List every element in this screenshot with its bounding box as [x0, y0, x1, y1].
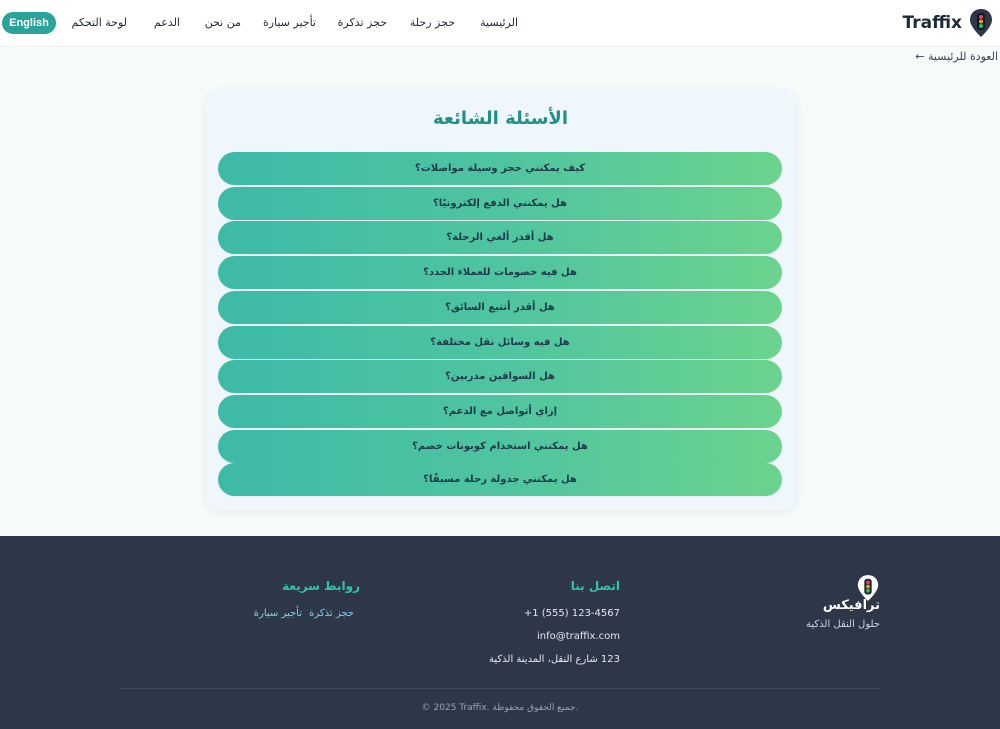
faq-item[interactable]: هل يمكنني استخدام كوبونات خصم؟	[218, 430, 782, 463]
nav-book-trip[interactable]: حجز رحلة	[410, 16, 455, 29]
contact-address: 123 شارع النقل، المدينة الذكية	[489, 654, 620, 665]
faq-question: هل أقدر ألغي الرحلة؟	[446, 232, 554, 243]
nav-book-ticket[interactable]: حجز تذكرة	[338, 16, 387, 29]
faq-card: الأسئلة الشائعة كيف يمكنني حجز وسيلة موا…	[205, 90, 796, 510]
faq-question: هل فيه خصومات للعملاء الجدد؟	[423, 267, 577, 278]
faq-question: هل أقدر أتتبع السائق؟	[445, 302, 555, 313]
faq-question: هل يمكنني جدولة رحلة مسبقًا؟	[423, 474, 577, 485]
logo-text: Traffix	[902, 13, 962, 33]
traffic-light-icon	[970, 9, 992, 37]
copyright: © 2025 Traffix. جميع الحقوق محفوظة.	[421, 703, 579, 713]
faq-question: إزاي أتواصل مع الدعم؟	[442, 406, 558, 417]
faq-title: الأسئلة الشائعة	[433, 108, 568, 129]
nav-dashboard[interactable]: لوحة التحكم	[72, 16, 127, 29]
contact-heading: اتصل بنا	[570, 579, 620, 593]
faq-item[interactable]: هل فيه وسائل نقل مختلفة؟	[218, 326, 782, 359]
faq-item[interactable]: هل السواقين مدربين؟	[218, 360, 782, 393]
traffic-light-icon	[857, 575, 879, 601]
nav-car-rental[interactable]: تأجير سيارة	[263, 16, 316, 29]
faq-item[interactable]: هل يمكنني جدولة رحلة مسبقًا؟	[218, 463, 782, 496]
logo[interactable]: Traffix	[902, 8, 994, 38]
quick-links-heading: روابط سريعة	[282, 579, 360, 593]
nav-support[interactable]: الدعم	[154, 16, 180, 29]
site-footer: ترافيكس حلول النقل الذكية اتصل بنا +1 (5…	[0, 536, 1000, 729]
contact-email: info@traffix.com	[536, 631, 620, 642]
footer-brand: ترافيكس حلول النقل الذكية	[790, 575, 880, 636]
faq-item[interactable]: هل أقدر أتتبع السائق؟	[218, 291, 782, 324]
faq-item[interactable]: هل أقدر ألغي الرحلة؟	[218, 221, 782, 254]
faq-question: هل السواقين مدربين؟	[445, 371, 555, 382]
nav-home[interactable]: الرئيسية	[480, 16, 518, 29]
nav-about[interactable]: من نحن	[205, 16, 241, 29]
faq-item[interactable]: كيف يمكنني حجز وسيلة مواصلات؟	[218, 152, 782, 185]
faq-question: كيف يمكنني حجز وسيلة مواصلات؟	[414, 163, 586, 174]
footer-divider	[120, 688, 880, 689]
contact-phone: +1 (555) 123-4567	[523, 608, 620, 619]
language-toggle-button[interactable]: English	[2, 12, 56, 34]
footer-link-book-ticket[interactable]: حجز تذكرة	[309, 608, 354, 619]
faq-question: هل يمكنني استخدام كوبونات خصم؟	[412, 441, 588, 452]
footer-brand-tagline: حلول النقل الذكية	[806, 619, 880, 630]
back-to-home-link[interactable]: ← العودة للرئيسية	[915, 50, 998, 63]
faq-question: هل يمكنني الدفع إلكترونيًا؟	[432, 198, 568, 209]
faq-item[interactable]: هل يمكنني الدفع إلكترونيًا؟	[218, 187, 782, 220]
faq-item[interactable]: إزاي أتواصل مع الدعم؟	[218, 395, 782, 428]
faq-item[interactable]: هل فيه خصومات للعملاء الجدد؟	[218, 256, 782, 289]
faq-question: هل فيه وسائل نقل مختلفة؟	[430, 337, 570, 348]
top-header: Traffix الرئيسية حجز رحلة حجز تذكرة تأجي…	[0, 0, 1000, 47]
footer-link-car-rental[interactable]: تأجير سيارة	[254, 608, 302, 619]
